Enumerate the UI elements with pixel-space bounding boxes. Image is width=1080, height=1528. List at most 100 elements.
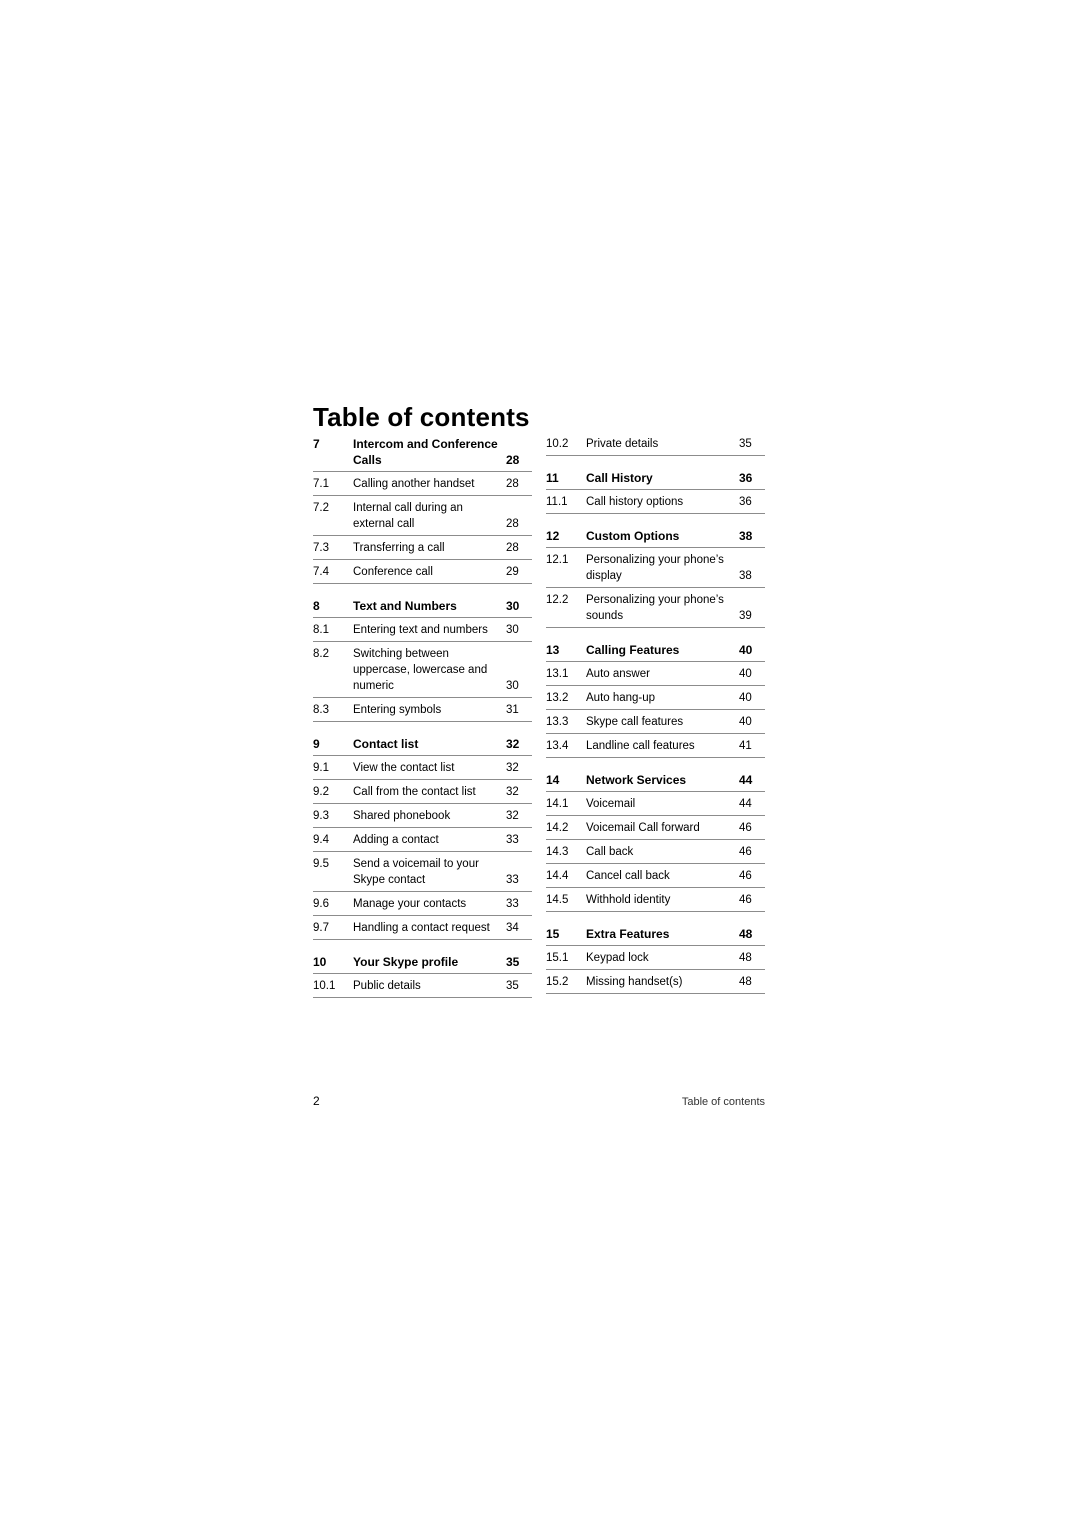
toc-entry-number: 14.4 xyxy=(546,870,569,882)
toc-entry-row[interactable]: 13.1 Auto answer 40 xyxy=(546,662,765,686)
document-page: Table of contents 7 Intercom and Conferen… xyxy=(0,0,1080,1528)
toc-entry-number: 13.4 xyxy=(546,740,569,752)
toc-entry-row[interactable]: 13.2 Auto hang-up 40 xyxy=(546,686,765,710)
toc-entry-page: 32 xyxy=(506,810,519,822)
toc-entry-number: 15 xyxy=(546,927,560,941)
toc-entry-page: 30 xyxy=(506,680,519,692)
toc-entry-row[interactable]: 7.3 Transferring a call 28 xyxy=(313,536,532,560)
toc-entry-page: 35 xyxy=(506,955,520,969)
toc-entry-page: 36 xyxy=(739,496,752,508)
toc-entry-label: Text and Numbers xyxy=(353,599,457,613)
toc-entry-row[interactable]: 10.1 Public details 35 xyxy=(313,974,532,998)
toc-entry-number: 9.7 xyxy=(313,922,329,934)
toc-section-row[interactable]: 13 Calling Features 40 xyxy=(546,638,765,662)
toc-entry-row[interactable]: 12.1 Personalizing your phone’s display 38 xyxy=(546,548,765,588)
toc-entry-row[interactable]: 14.3 Call back 46 xyxy=(546,840,765,864)
toc-entry-row[interactable]: 9.2 Call from the contact list 32 xyxy=(313,780,532,804)
toc-entry-page: 28 xyxy=(506,478,519,490)
toc-entry-page: 48 xyxy=(739,952,752,964)
toc-section-row[interactable]: 12 Custom Options 38 xyxy=(546,524,765,548)
toc-entry-page: 38 xyxy=(739,570,752,582)
toc-entry-row[interactable]: 7.4 Conference call 29 xyxy=(313,560,532,584)
toc-entry-number: 11.1 xyxy=(546,496,568,508)
toc-entry-row[interactable]: 8.3 Entering symbols 31 xyxy=(313,698,532,722)
toc-entry-page: 38 xyxy=(739,529,753,543)
page-title: Table of contents xyxy=(313,402,530,432)
toc-entry-page: 46 xyxy=(739,894,752,906)
toc-entry-row[interactable]: 9.3 Shared phonebook 32 xyxy=(313,804,532,828)
toc-section-row[interactable]: 7 Intercom and Conference Calls 28 xyxy=(313,432,532,472)
toc-entry-page: 46 xyxy=(739,846,752,858)
toc-entry-page: 33 xyxy=(506,898,519,910)
toc-entry-row[interactable]: 14.2 Voicemail Call forward 46 xyxy=(546,816,765,840)
page-footer: 2 Table of contents xyxy=(0,1094,1080,1114)
toc-spacer xyxy=(313,584,532,594)
toc-entry-label: Adding a contact xyxy=(353,834,439,846)
toc-entry-row[interactable]: 14.1 Voicemail 44 xyxy=(546,792,765,816)
toc-entry-page: 33 xyxy=(506,834,519,846)
toc-entry-page: 44 xyxy=(739,798,752,810)
toc-entry-page: 34 xyxy=(506,922,519,934)
toc-entry-row[interactable]: 7.1 Calling another handset 28 xyxy=(313,472,532,496)
toc-entry-page: 35 xyxy=(739,438,752,450)
toc-entry-label: Switching between uppercase, lowercase a… xyxy=(353,648,488,692)
toc-entry-label: Withhold identity xyxy=(586,894,671,906)
toc-entry-row[interactable]: 10.2 Private details 35 xyxy=(546,432,765,456)
toc-entry-label: Call History xyxy=(586,471,653,485)
toc-section-row[interactable]: 8 Text and Numbers 30 xyxy=(313,594,532,618)
toc-entry-number: 10.2 xyxy=(546,438,569,450)
toc-entry-label: Voicemail xyxy=(586,798,636,810)
toc-entry-number: 8.3 xyxy=(313,704,329,716)
toc-entry-label: Personalizing your phone’s display xyxy=(586,554,724,582)
toc-entry-page: 41 xyxy=(739,740,752,752)
toc-entry-row[interactable]: 7.2 Internal call during an external call… xyxy=(313,496,532,536)
toc-entry-row[interactable]: 11.1 Call history options 36 xyxy=(546,490,765,514)
toc-entry-row[interactable]: 9.7 Handling a contact request 34 xyxy=(313,916,532,940)
toc-entry-number: 9.1 xyxy=(313,762,329,774)
toc-section-row[interactable]: 14 Network Services 44 xyxy=(546,768,765,792)
toc-entry-label: Calling Features xyxy=(586,643,680,657)
toc-section-row[interactable]: 10 Your Skype profile 35 xyxy=(313,950,532,974)
toc-entry-label: Call history options xyxy=(586,496,684,508)
toc-entry-page: 32 xyxy=(506,786,519,798)
toc-entry-row[interactable]: 8.2 Switching between uppercase, lowercas… xyxy=(313,642,532,698)
toc-entry-row[interactable]: 13.3 Skype call features 40 xyxy=(546,710,765,734)
toc-section-row[interactable]: 15 Extra Features 48 xyxy=(546,922,765,946)
toc-spacer xyxy=(546,456,765,466)
toc-entry-number: 9.2 xyxy=(313,786,329,798)
toc-entry-row[interactable]: 9.4 Adding a contact 33 xyxy=(313,828,532,852)
toc-entry-row[interactable]: 13.4 Landline call features 41 xyxy=(546,734,765,758)
toc-entry-page: 46 xyxy=(739,870,752,882)
toc-entry-row[interactable]: 8.1 Entering text and numbers 30 xyxy=(313,618,532,642)
toc-entry-row[interactable]: 15.2 Missing handset(s) 48 xyxy=(546,970,765,994)
toc-entry-number: 15.1 xyxy=(546,952,569,964)
toc-entry-row[interactable]: 15.1 Keypad lock 48 xyxy=(546,946,765,970)
toc-entry-label: Call back xyxy=(586,846,634,858)
toc-entry-number: 13.2 xyxy=(546,692,569,704)
toc-entry-row[interactable]: 9.6 Manage your contacts 33 xyxy=(313,892,532,916)
toc-entry-label: Keypad lock xyxy=(586,952,649,964)
toc-entry-label: Your Skype profile xyxy=(353,955,459,969)
toc-section-row[interactable]: 9 Contact list 32 xyxy=(313,732,532,756)
toc-entry-row[interactable]: 9.5 Send a voicemail to your Skype contac… xyxy=(313,852,532,892)
toc-entry-label: Extra Features xyxy=(586,927,670,941)
toc-entry-page: 31 xyxy=(506,704,519,716)
toc-entry-label: Auto answer xyxy=(586,668,650,680)
toc-entry-number: 8 xyxy=(313,599,320,613)
toc-entry-number: 7 xyxy=(313,437,320,451)
toc-entry-label: View the contact list xyxy=(353,762,455,774)
toc-entry-number: 10.1 xyxy=(313,980,336,992)
toc-entry-number: 9.4 xyxy=(313,834,329,846)
toc-entry-row[interactable]: 12.2 Personalizing your phone’s sounds 39 xyxy=(546,588,765,628)
toc-entry-label: Entering symbols xyxy=(353,704,442,716)
toc-entry-label: Manage your contacts xyxy=(353,898,467,910)
toc-entry-label: Conference call xyxy=(353,566,433,578)
toc-entry-row[interactable]: 14.5 Withhold identity 46 xyxy=(546,888,765,912)
toc-spacer xyxy=(546,628,765,638)
toc-entry-number: 7.1 xyxy=(313,478,329,490)
toc-section-row[interactable]: 11 Call History 36 xyxy=(546,466,765,490)
toc-entry-row[interactable]: 9.1 View the contact list 32 xyxy=(313,756,532,780)
toc-entry-page: 30 xyxy=(506,599,520,613)
toc-entry-page: 32 xyxy=(506,762,519,774)
toc-entry-row[interactable]: 14.4 Cancel call back 46 xyxy=(546,864,765,888)
